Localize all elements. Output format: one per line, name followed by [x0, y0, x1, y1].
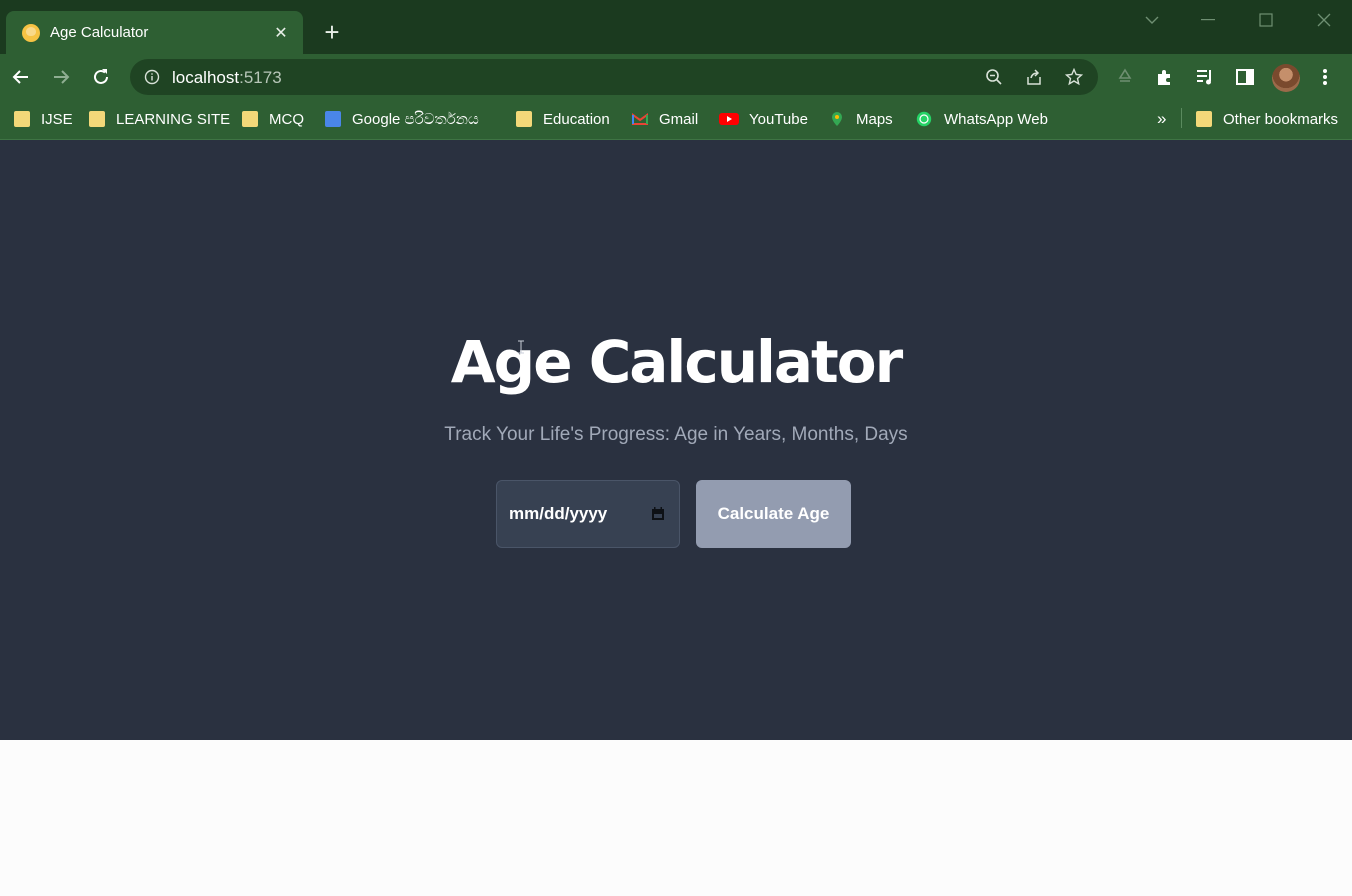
bookmarks-divider [1181, 108, 1182, 128]
bookmark-label: YouTube [749, 110, 808, 128]
baby-face-favicon-icon [22, 23, 40, 42]
profile-avatar[interactable] [1272, 64, 1300, 92]
maps-icon [832, 112, 842, 126]
address-bar[interactable]: localhost:5173 [130, 59, 1098, 95]
folder-icon [516, 111, 532, 127]
page-below-viewport [0, 740, 1352, 896]
bookmark-label: Education [543, 110, 610, 128]
bookmark-label: IJSE [41, 110, 73, 128]
back-arrow-icon[interactable] [6, 62, 36, 92]
page-title: Age Calculator [450, 328, 903, 396]
share-icon[interactable] [1024, 67, 1044, 87]
age-calculator-app: Age Calculator Track Your Life's Progres… [0, 140, 1352, 740]
page-viewport: Age Calculator Track Your Life's Progres… [0, 140, 1352, 740]
whatsapp-icon [916, 111, 932, 127]
extensions-puzzle-icon[interactable] [1153, 65, 1177, 89]
maximize-icon[interactable] [1246, 8, 1286, 32]
bookmark-label: LEARNING SITE [116, 110, 231, 128]
reload-icon[interactable] [86, 62, 116, 92]
recycle-extension-icon[interactable] [1113, 65, 1137, 89]
forward-arrow-icon[interactable] [46, 62, 76, 92]
text-cursor-icon [518, 340, 524, 354]
calendar-icon[interactable] [651, 507, 665, 521]
page-subtitle: Track Your Life's Progress: Age in Years… [444, 424, 908, 445]
site-info-icon[interactable] [144, 69, 160, 90]
tab-title: Age Calculator [50, 24, 149, 41]
bookmark-mcq[interactable]: MCQ [242, 108, 304, 130]
birth-date-input[interactable]: mm/dd/yyyy [496, 480, 680, 548]
bookmark-maps[interactable]: Maps [829, 108, 893, 130]
bookmark-google-translate[interactable]: Google පරිවර්තනය [325, 108, 479, 130]
side-panel-icon[interactable] [1233, 65, 1257, 89]
url-port: :5173 [239, 68, 282, 87]
url-host: localhost [172, 68, 240, 87]
close-window-icon[interactable] [1304, 8, 1344, 32]
bookmark-gmail[interactable]: Gmail [632, 108, 698, 130]
youtube-icon [719, 113, 739, 125]
tab-close-icon[interactable]: ✕ [271, 23, 291, 43]
browser-toolbar: localhost:5173 [0, 54, 1352, 100]
bookmark-learning-site[interactable]: LEARNING SITE [89, 108, 230, 130]
bookmark-label: Maps [856, 110, 893, 128]
tab-search-icon[interactable] [1132, 8, 1172, 32]
url-text: localhost:5173 [172, 68, 282, 88]
calculate-age-button[interactable]: Calculate Age [696, 480, 851, 548]
bookmarks-overflow-chevron-icon[interactable]: » [1157, 108, 1166, 130]
google-translate-icon [325, 111, 341, 127]
bookmark-other-bookmarks[interactable]: Other bookmarks [1196, 108, 1338, 130]
bookmark-ijse[interactable]: IJSE [14, 108, 73, 130]
bookmark-youtube[interactable]: YouTube [719, 108, 808, 130]
bookmark-label: Google පරිවර්තනය [352, 110, 479, 128]
folder-icon [242, 111, 258, 127]
bookmark-label: Gmail [659, 110, 699, 128]
bookmark-label: MCQ [269, 110, 304, 128]
gmail-icon [632, 113, 648, 125]
folder-icon [89, 111, 105, 127]
media-playlist-icon[interactable] [1193, 65, 1217, 89]
browser-menu-icon[interactable] [1313, 65, 1337, 89]
bookmark-label: Other bookmarks [1223, 110, 1339, 128]
folder-icon [14, 111, 30, 127]
bookmark-star-icon[interactable] [1064, 67, 1084, 87]
bookmark-whatsapp[interactable]: WhatsApp Web [914, 108, 1048, 130]
bookmark-label: WhatsApp Web [944, 110, 1048, 128]
zoom-icon[interactable] [984, 67, 1004, 87]
browser-tab[interactable]: Age Calculator ✕ [6, 11, 303, 54]
bookmarks-bar: IJSE LEARNING SITE MCQ Google පරිවර්තනය … [0, 100, 1352, 140]
minimize-icon[interactable] [1188, 8, 1228, 32]
new-tab-button[interactable]: + [318, 18, 346, 46]
tab-strip: Age Calculator ✕ + [0, 0, 1352, 54]
bookmark-education[interactable]: Education [516, 108, 610, 130]
folder-icon [1196, 111, 1212, 127]
date-placeholder: mm/dd/yyyy [509, 504, 608, 523]
